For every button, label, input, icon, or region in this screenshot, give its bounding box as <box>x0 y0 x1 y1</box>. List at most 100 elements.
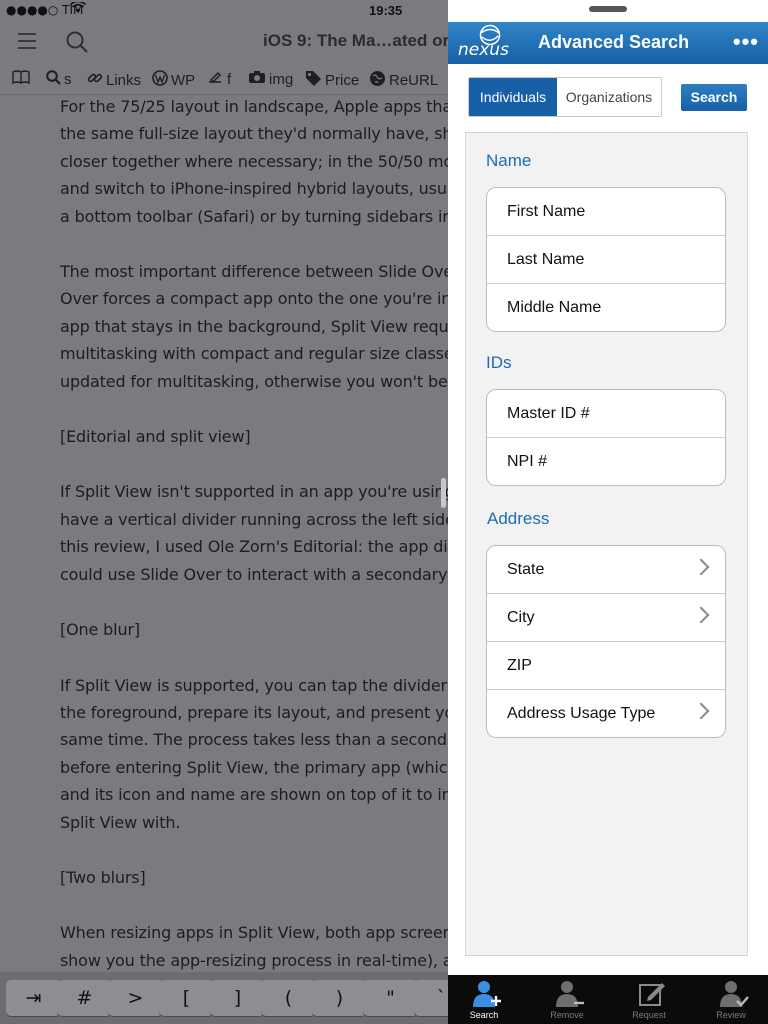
toolbar-item-price[interactable]: Price <box>305 70 359 91</box>
accessory-key[interactable]: ⇥ <box>6 980 61 1016</box>
chevron-right-icon <box>692 702 710 720</box>
document-title: iOS 9: The Ma…ated or <box>263 31 448 50</box>
article-paragraph: For the 75/25 layout in landscape, Apple… <box>60 93 448 230</box>
master-id-field[interactable]: Master ID # <box>487 390 725 438</box>
toolbar-item-links[interactable]: Links <box>87 70 141 90</box>
article-line: have a vertical divider running across t… <box>60 509 448 529</box>
person-check-icon <box>719 979 749 1007</box>
article-line: [Two blurs] <box>60 867 146 887</box>
article-line: For the 75/25 layout in landscape, Apple… <box>60 97 448 116</box>
tab-request[interactable]: Request <box>617 975 681 1024</box>
city-label: City <box>507 609 535 626</box>
middle-name-field[interactable]: Middle Name <box>487 284 725 331</box>
article-line: multitasking with compact and regular si… <box>60 344 448 364</box>
toolbar-label: WP <box>171 71 196 89</box>
city-picker[interactable]: City <box>487 594 725 642</box>
article-line: a bottom toolbar (Safari) or by turning … <box>60 206 448 226</box>
name-fields-group: First Name Last Name Middle Name <box>486 187 726 332</box>
accessory-key[interactable]: > <box>108 980 163 1016</box>
tag-icon <box>305 70 322 91</box>
status-bar: ●●●●○ TIM 19:35 <box>0 0 768 22</box>
accessory-key[interactable]: ( <box>261 980 316 1016</box>
camera-icon <box>248 70 266 88</box>
wifi-icon <box>69 0 87 17</box>
chevron-right-icon <box>692 558 710 576</box>
menu-icon[interactable] <box>18 33 36 54</box>
keyboard-accessory-bar: ⇥ # >[]() " ` <box>0 972 448 1024</box>
article-line: app that stays in the background, Split … <box>60 316 448 336</box>
article-paragraph: When resizing apps in Split View, both a… <box>60 919 448 974</box>
editor-toolbar: s Links WP f img Price ReURL <box>0 64 448 95</box>
article-line: and its icon and name are shown on top o… <box>60 785 448 805</box>
page-title: Advanced Search <box>538 32 690 52</box>
app-header: nexus Advanced Search ••• <box>448 22 768 64</box>
article-paragraph: If Split View isn't supported in an app … <box>60 478 448 588</box>
accessory-key[interactable]: [ <box>159 980 214 1016</box>
article-line: Over forces a compact app onto the one y… <box>60 289 448 309</box>
last-name-field[interactable]: Last Name <box>487 236 725 284</box>
article-body[interactable]: For the 75/25 layout in landscape, Apple… <box>60 93 448 1002</box>
toolbar-item-wp[interactable]: WP <box>152 70 195 90</box>
search-form: Name First Name Last Name Middle Name ID… <box>465 132 748 956</box>
toolbar-item-reurl[interactable]: ReURL <box>369 70 438 91</box>
section-title-name: Name <box>486 151 532 170</box>
compose-icon <box>637 979 665 1007</box>
article-paragraph: [One blur] <box>60 616 448 643</box>
person-remove-icon <box>555 979 584 1007</box>
toolbar-label: ReURL <box>389 72 439 89</box>
tab-remove[interactable]: Remove <box>535 975 599 1024</box>
section-title-ids: IDs <box>486 353 512 372</box>
segment-individuals[interactable]: Individuals <box>469 78 557 116</box>
status-time: 19:35 <box>369 3 403 18</box>
nexus-logo: nexus <box>456 24 509 62</box>
search-icon[interactable] <box>65 30 89 59</box>
tab-review[interactable]: Review <box>699 975 763 1024</box>
accessory-key[interactable]: ] <box>210 980 265 1016</box>
npi-field[interactable]: NPI # <box>487 438 725 485</box>
segment-organizations[interactable]: Organizations <box>557 78 661 116</box>
edit-icon <box>208 70 224 88</box>
article-line: updated for multitasking, otherwise you … <box>60 371 448 391</box>
first-name-field[interactable]: First Name <box>487 188 725 236</box>
toolbar-label: Links <box>106 71 142 89</box>
article-line: [One blur] <box>60 620 140 640</box>
split-divider-handle[interactable] <box>441 478 446 508</box>
toolbar-item-img[interactable]: img <box>248 70 293 88</box>
section-title-address: Address <box>487 509 550 528</box>
tab-label: Request <box>632 1010 666 1020</box>
accessory-key[interactable]: # <box>57 980 112 1016</box>
tab-search[interactable]: Search <box>452 975 516 1024</box>
state-picker[interactable]: State <box>487 546 725 594</box>
tab-label: Review <box>716 1010 746 1020</box>
search-button[interactable]: Search <box>681 84 747 111</box>
more-options-icon[interactable]: ••• <box>733 29 759 55</box>
slide-over-panel: nexus Advanced Search ••• Individuals Or… <box>448 0 768 1024</box>
tab-label: Search <box>469 1010 499 1020</box>
address-fields-group: State City ZIP Address Usage Type <box>486 545 726 738</box>
editor-navbar: iOS 9: The Ma…ated or <box>0 22 448 64</box>
tab-bar: Search Remove Request Review <box>448 975 768 1024</box>
article-paragraph: The most important difference between Sl… <box>60 258 448 395</box>
toolbar-item-search[interactable]: s <box>46 70 72 89</box>
article-line: When resizing apps in Split View, both a… <box>60 923 448 943</box>
toolbar-label: f <box>227 70 232 88</box>
zip-field[interactable]: ZIP <box>487 642 725 690</box>
ids-fields-group: Master ID # NPI # <box>486 389 726 486</box>
accessory-key[interactable]: ` <box>414 980 448 1016</box>
chevron-right-icon <box>692 606 710 624</box>
address-usage-type-picker[interactable]: Address Usage Type <box>487 690 725 737</box>
article-line: before entering Split View, the primary … <box>60 757 448 777</box>
search-icon <box>46 70 61 89</box>
toolbar-item-edit[interactable]: f <box>208 70 231 88</box>
toolbar-item-book[interactable] <box>12 70 33 88</box>
book-icon <box>12 70 30 88</box>
accessory-key[interactable]: ) <box>312 980 367 1016</box>
article-line: could use Slide Over to interact with a … <box>60 564 448 584</box>
article-line: closer together where necessary; in the … <box>60 151 448 171</box>
article-paragraph: If Split View is supported, you can tap … <box>60 672 448 836</box>
person-add-icon <box>472 979 501 1007</box>
toolbar-label: s <box>64 71 72 88</box>
article-line: If Split View isn't supported in an app … <box>60 482 448 502</box>
accessory-key[interactable]: " <box>363 980 418 1016</box>
article-line: Split View with. <box>60 812 181 832</box>
